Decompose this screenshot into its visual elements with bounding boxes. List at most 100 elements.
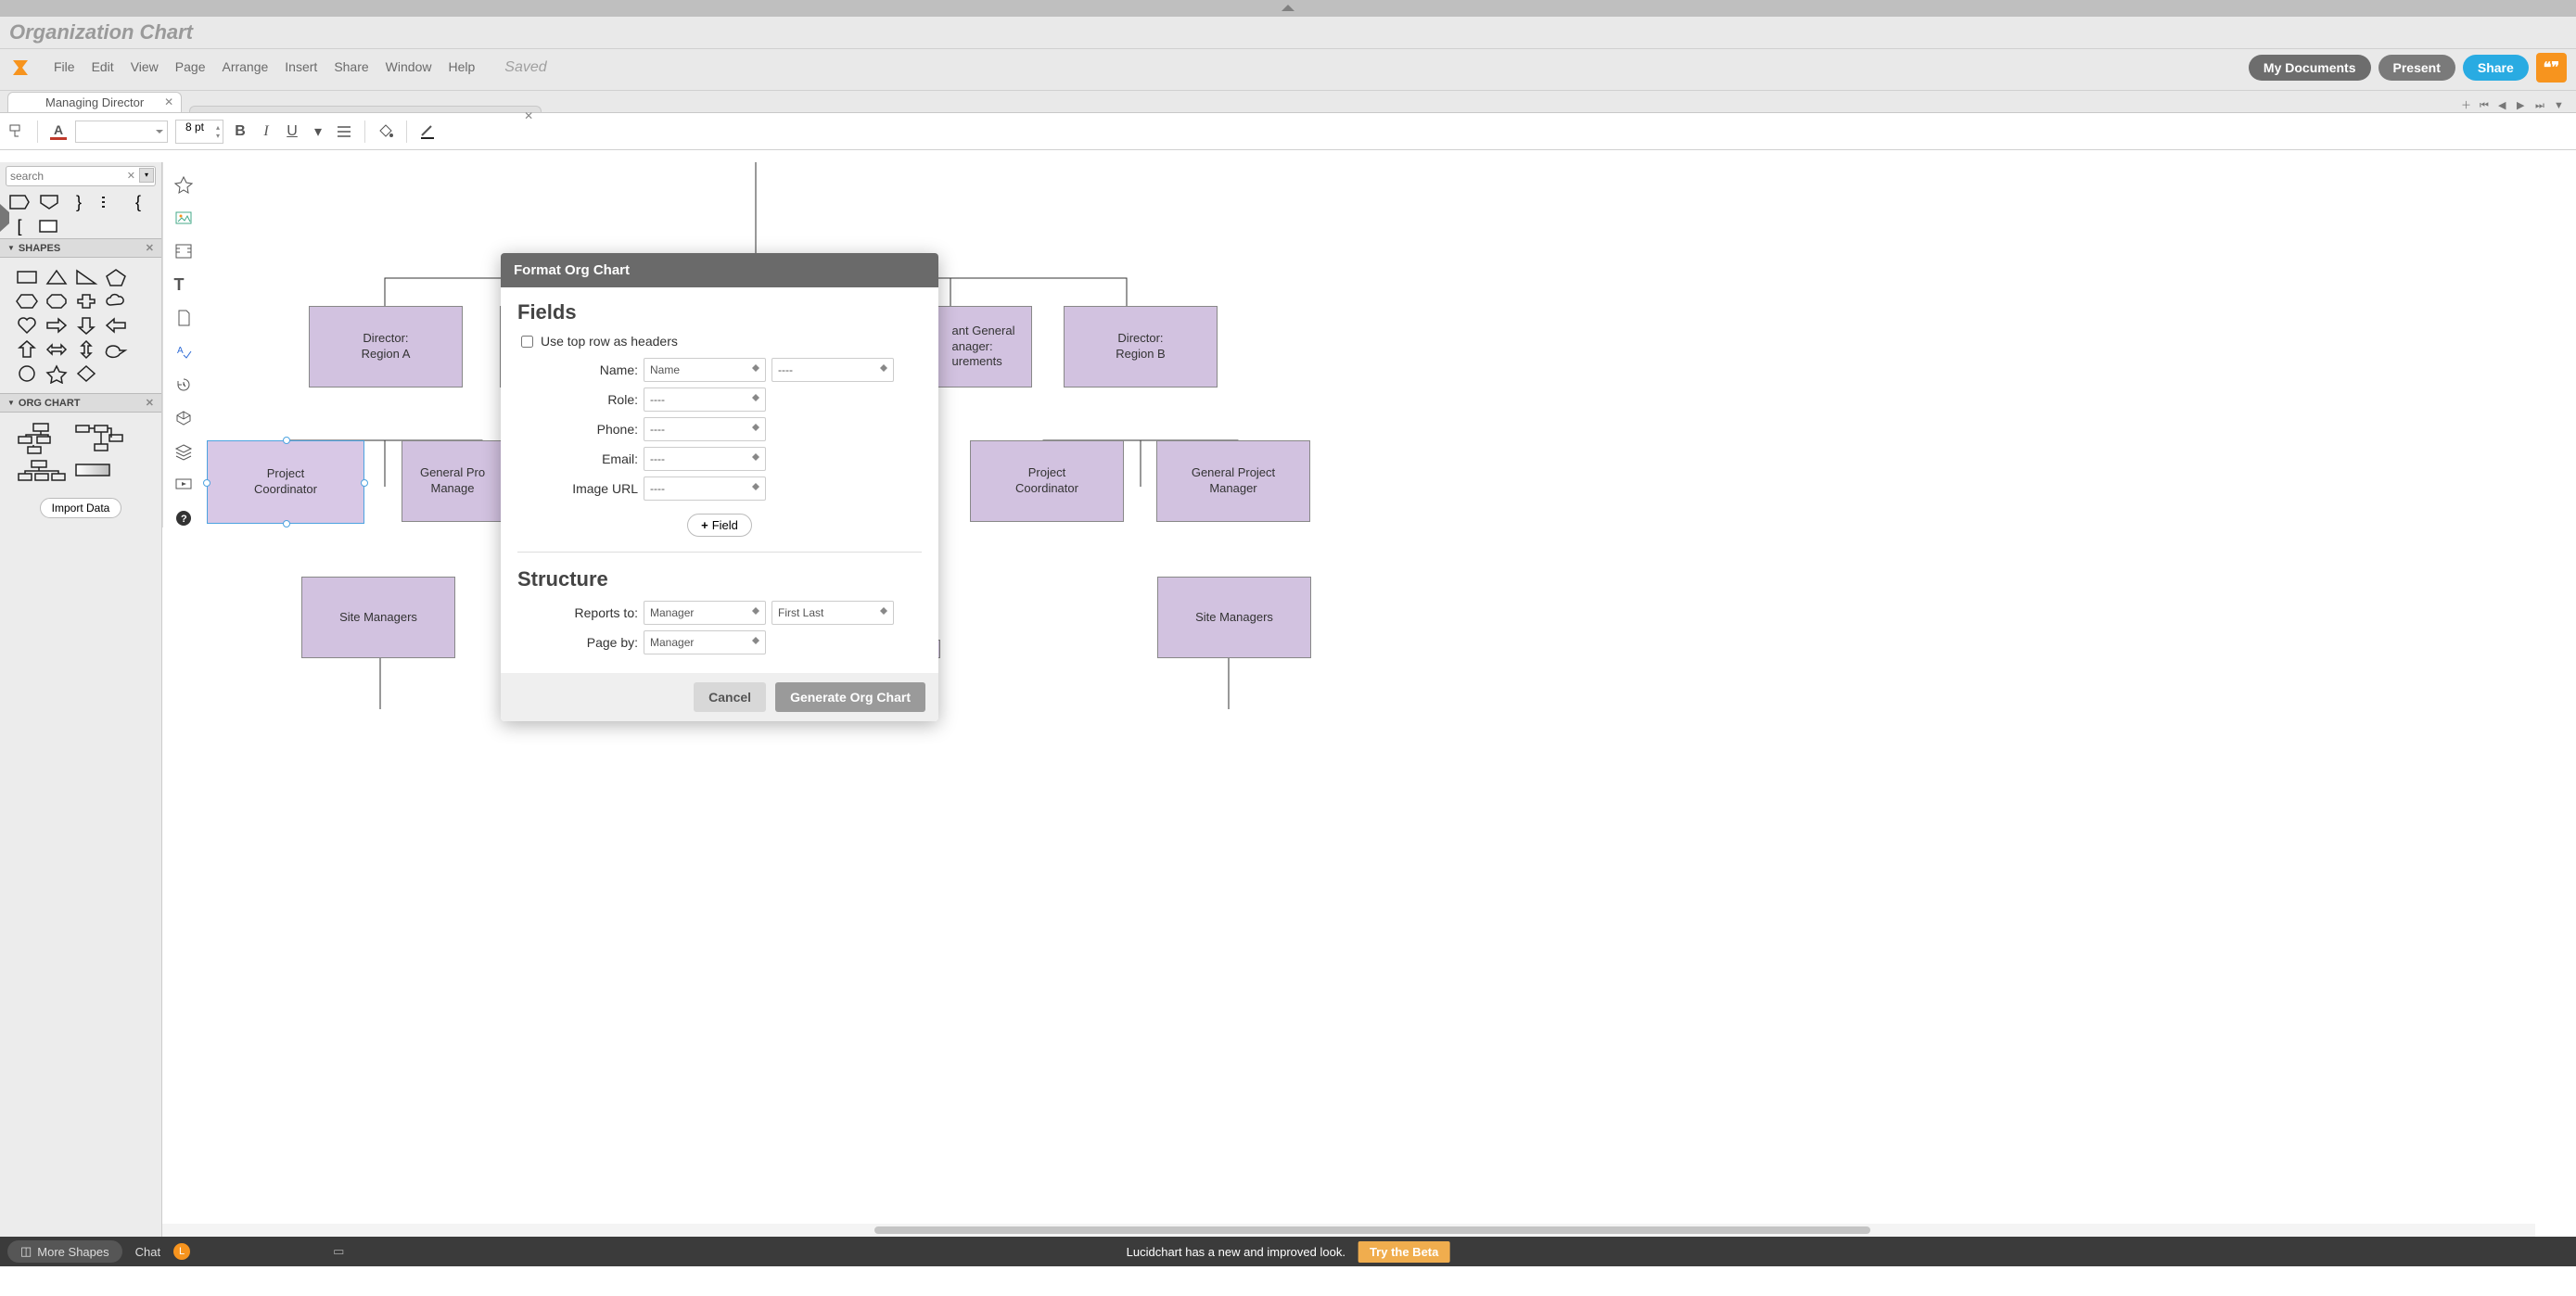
menu-file[interactable]: File (54, 59, 75, 76)
shape-rtriangle-icon[interactable] (74, 267, 98, 287)
chart-node[interactable]: ant General anager: urements (935, 306, 1032, 388)
chat-label[interactable]: Chat (135, 1245, 160, 1259)
phone-select[interactable]: ---- (644, 417, 766, 441)
last-page-icon[interactable]: ⏭ (2535, 99, 2548, 112)
feedback-button[interactable]: ❝❞ (2536, 53, 2567, 83)
menu-window[interactable]: Window (386, 59, 432, 76)
shape-heart-icon[interactable] (15, 315, 39, 336)
shapes-section-header[interactable]: ▼ SHAPES ✕ (0, 238, 161, 258)
shape-callout-icon[interactable] (104, 339, 128, 360)
shape-cloud-icon[interactable] (104, 291, 128, 311)
shape-star-icon[interactable] (45, 363, 69, 384)
add-field-button[interactable]: +Field (687, 514, 752, 537)
shape-cross-icon[interactable] (74, 291, 98, 311)
shape-brace-icon[interactable]: } (67, 192, 91, 212)
document-title[interactable]: Organization Chart (9, 20, 193, 44)
clear-search-icon[interactable]: ✕ (127, 170, 135, 182)
reports-to-select[interactable]: Manager (644, 601, 766, 625)
spellcheck-icon[interactable]: A (174, 342, 193, 361)
shape-triangle-icon[interactable] (45, 267, 69, 287)
bold-icon[interactable]: B (231, 122, 249, 141)
paint-format-icon[interactable] (7, 122, 26, 141)
shape-shield-icon[interactable] (37, 192, 61, 212)
try-beta-button[interactable]: Try the Beta (1358, 1241, 1449, 1263)
ruler-icon[interactable] (174, 242, 193, 260)
shape-rect-icon[interactable] (15, 267, 39, 287)
menu-page[interactable]: Page (175, 59, 206, 76)
menu-share[interactable]: Share (334, 59, 368, 76)
horizontal-scrollbar[interactable] (162, 1224, 2535, 1237)
chat-expand-icon[interactable]: ▭ (333, 1244, 344, 1259)
shape-circle-icon[interactable] (15, 363, 39, 384)
align-icon[interactable] (335, 122, 353, 141)
add-page-icon[interactable]: ＋ (2461, 99, 2474, 112)
image-icon[interactable] (174, 209, 193, 227)
name-select[interactable]: Name (644, 358, 766, 382)
present-button[interactable]: Present (2378, 55, 2455, 81)
shape-hexagon-icon[interactable] (15, 291, 39, 311)
chat-user-avatar[interactable]: L (173, 1243, 190, 1260)
chart-node[interactable]: Director: Region B (1064, 306, 1218, 388)
cancel-button[interactable]: Cancel (694, 682, 766, 712)
shape-octagon-icon[interactable] (45, 291, 69, 311)
chart-node[interactable]: Project Coordinator (970, 440, 1124, 522)
page-icon[interactable] (174, 309, 193, 327)
shape-diamond-icon[interactable] (74, 363, 98, 384)
shape-pentagon2-icon[interactable] (104, 267, 128, 287)
menu-view[interactable]: View (131, 59, 159, 76)
page-dropdown-icon[interactable]: ▼ (2554, 99, 2567, 112)
chart-node[interactable]: General Pro Manage (402, 440, 504, 522)
shape-arrow-d-icon[interactable] (74, 315, 98, 336)
menu-insert[interactable]: Insert (285, 59, 317, 76)
orgchart-tree3-icon[interactable] (15, 459, 67, 492)
menu-edit[interactable]: Edit (92, 59, 114, 76)
chart-node[interactable]: Director: Region A (309, 306, 463, 388)
orgchart-section-header[interactable]: ▼ ORG CHART ✕ (0, 393, 161, 413)
history-icon[interactable] (174, 375, 193, 394)
more-shapes-button[interactable]: ◫ More Shapes (7, 1240, 122, 1263)
cube-icon[interactable] (174, 409, 193, 427)
shape-note-icon[interactable] (96, 192, 121, 212)
image-select[interactable]: ---- (644, 476, 766, 501)
next-page-icon[interactable]: ▶ (2517, 99, 2530, 112)
menu-help[interactable]: Help (448, 59, 475, 76)
use-headers-checkbox[interactable]: Use top row as headers (521, 334, 922, 349)
orgchart-tree1-icon[interactable] (15, 422, 67, 455)
role-select[interactable]: ---- (644, 388, 766, 412)
close-icon[interactable]: ✕ (146, 397, 154, 409)
line-color-icon[interactable] (418, 122, 437, 141)
app-logo-icon[interactable] (9, 57, 32, 79)
layers-icon[interactable] (174, 442, 193, 461)
search-dropdown-icon[interactable]: ▾ (139, 168, 154, 183)
shape-brace2-icon[interactable]: { (126, 192, 150, 212)
close-icon[interactable]: ✕ (524, 109, 533, 122)
more-text-icon[interactable]: ▾ (309, 122, 327, 141)
close-icon[interactable]: ✕ (164, 95, 173, 108)
generate-button[interactable]: Generate Org Chart (775, 682, 925, 712)
first-page-icon[interactable]: ⏮ (2480, 99, 2493, 112)
share-button[interactable]: Share (2463, 55, 2529, 81)
text-icon[interactable]: T (174, 275, 193, 294)
page-tab-2[interactable]: ✕ (189, 106, 542, 112)
shape-pentagon-icon[interactable] (7, 192, 32, 212)
chart-node[interactable]: General Project Manager (1156, 440, 1310, 522)
font-color-icon[interactable]: A (49, 122, 68, 141)
chart-node[interactable]: Site Managers (301, 577, 455, 658)
orgchart-single-icon[interactable] (72, 459, 113, 481)
chart-node[interactable]: Site Managers (1157, 577, 1311, 658)
close-icon[interactable]: ✕ (146, 242, 154, 254)
underline-icon[interactable]: U (283, 122, 301, 141)
font-family-select[interactable] (75, 121, 168, 143)
present-icon[interactable] (174, 476, 193, 494)
shape-arrow-lr-icon[interactable] (45, 339, 69, 360)
chart-node-selected[interactable]: Project Coordinator (207, 440, 364, 524)
page-tab-1[interactable]: Managing Director ✕ (7, 92, 182, 112)
my-documents-button[interactable]: My Documents (2249, 55, 2371, 81)
prev-page-icon[interactable]: ◀ (2498, 99, 2511, 112)
shape-arrow-u-icon[interactable] (15, 339, 39, 360)
page-by-select[interactable]: Manager (644, 630, 766, 654)
shape-arrow-r-icon[interactable] (45, 315, 69, 336)
email-select[interactable]: ---- (644, 447, 766, 471)
font-size-input[interactable]: 8 pt▴▾ (175, 120, 223, 144)
italic-icon[interactable]: I (257, 122, 275, 141)
